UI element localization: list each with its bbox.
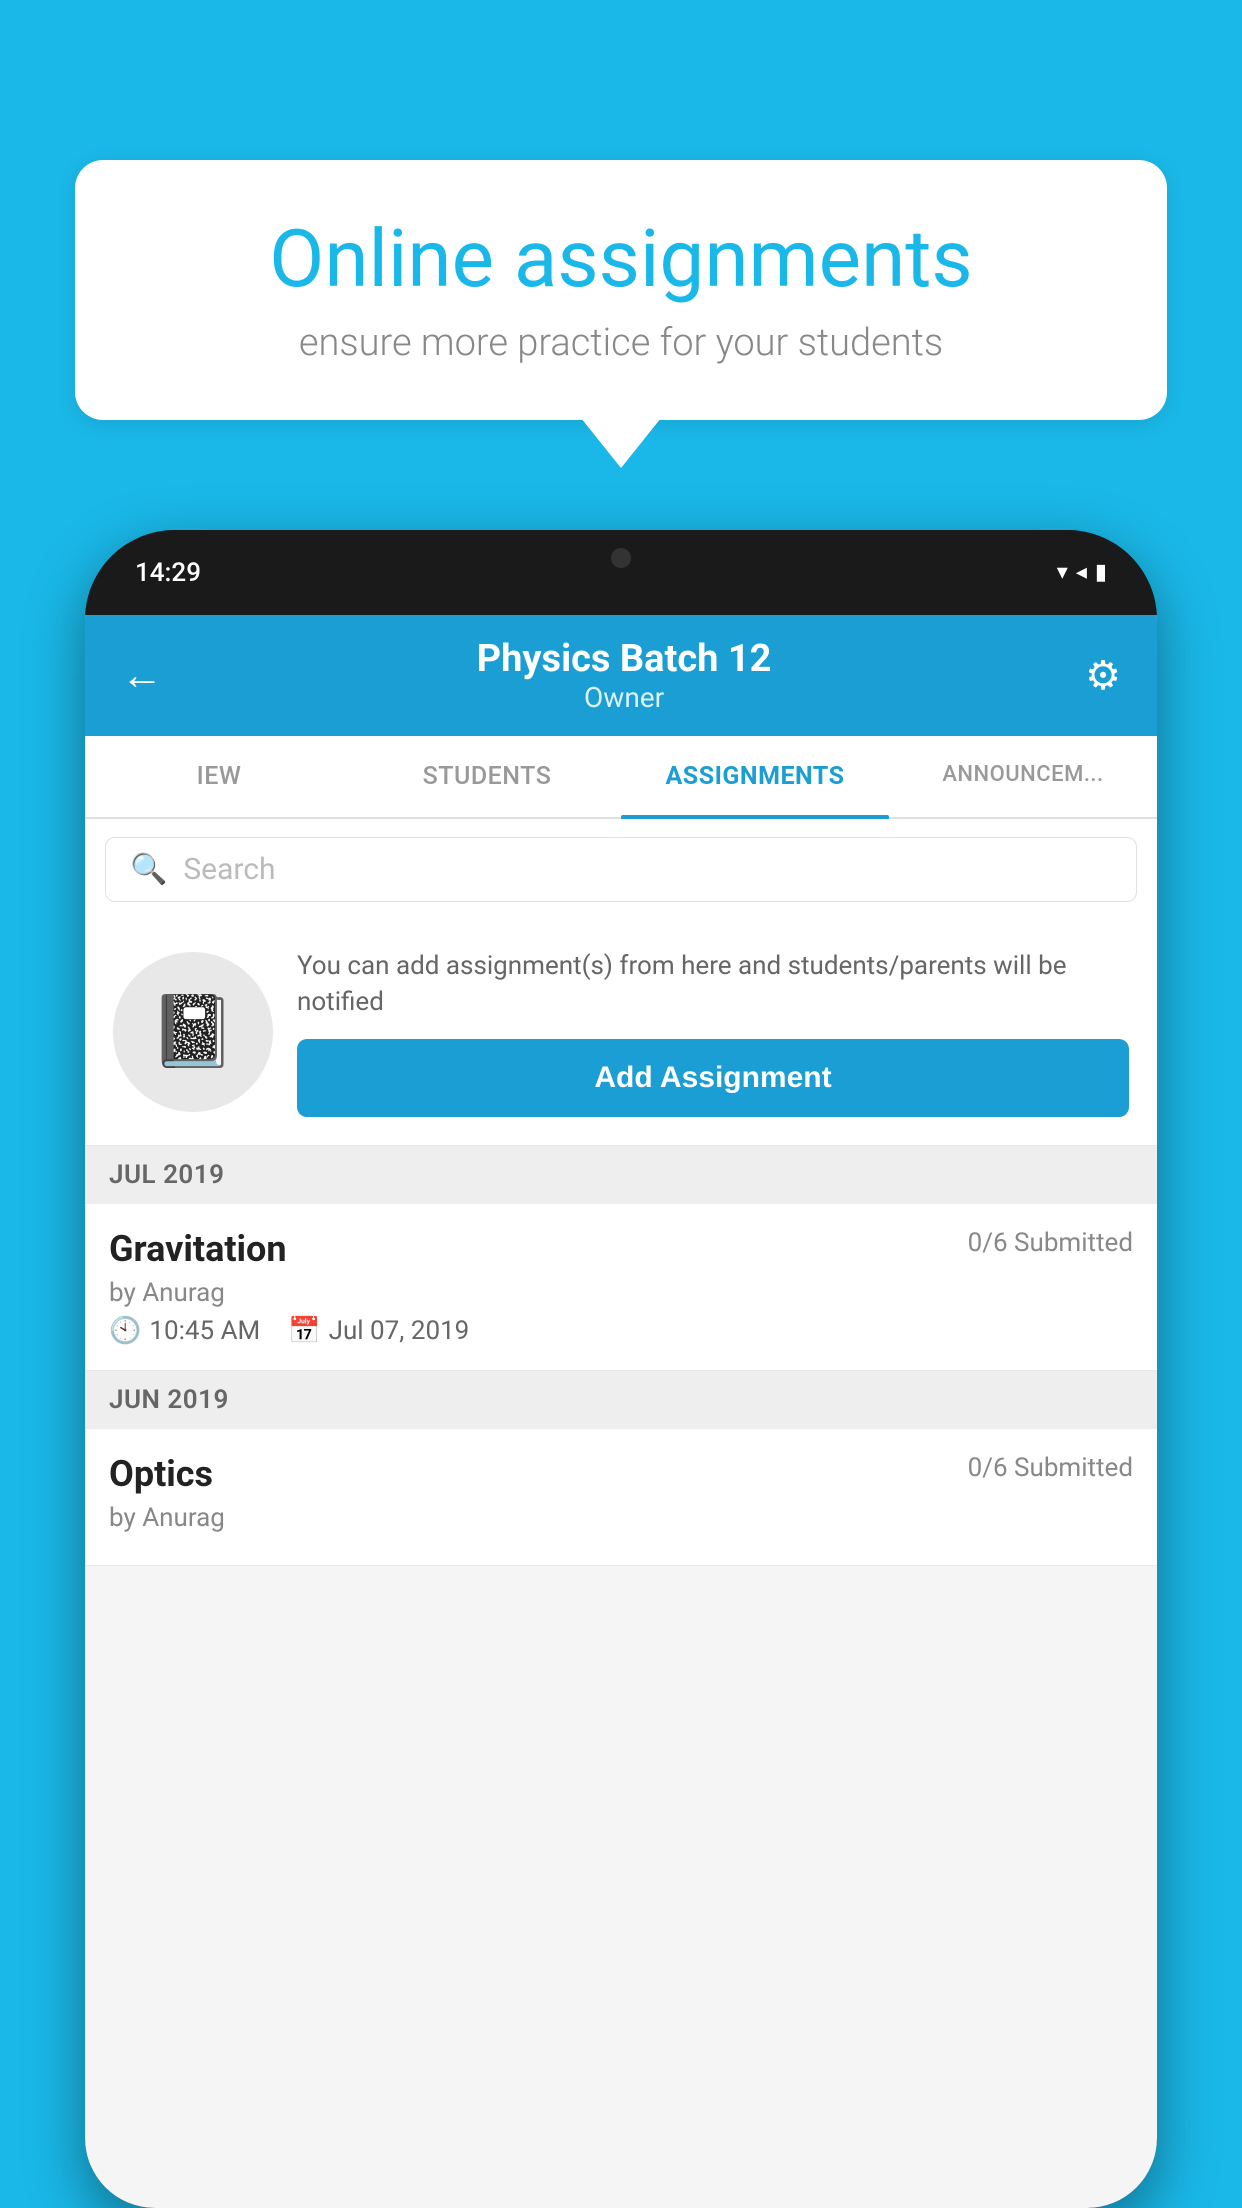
assignment-item-header-optics: Optics 0/6 Submitted	[109, 1453, 1133, 1495]
battery-icon: ▮	[1095, 560, 1107, 585]
speech-bubble-container: Online assignments ensure more practice …	[75, 160, 1167, 420]
assignment-date: Jul 07, 2019	[329, 1316, 470, 1346]
tab-students[interactable]: STUDENTS	[353, 736, 621, 817]
time-item: 🕙 10:45 AM	[109, 1316, 260, 1346]
speech-bubble: Online assignments ensure more practice …	[75, 160, 1167, 420]
assignment-time-date-gravitation: 🕙 10:45 AM 📅 Jul 07, 2019	[109, 1316, 1133, 1346]
date-item: 📅 Jul 07, 2019	[288, 1316, 469, 1346]
assignment-item-header: Gravitation 0/6 Submitted	[109, 1228, 1133, 1270]
tab-announcements[interactable]: ANNOUNCEM...	[889, 736, 1157, 817]
clock-icon: 🕙	[109, 1316, 141, 1346]
assignment-by-gravitation: by Anurag	[109, 1278, 1133, 1308]
add-assignment-button[interactable]: Add Assignment	[297, 1039, 1129, 1117]
phone-notch	[531, 530, 711, 585]
search-bar-wrapper: 🔍 Search	[85, 819, 1157, 920]
assignment-time: 10:45 AM	[149, 1316, 260, 1346]
assignment-submitted-optics: 0/6 Submitted	[968, 1453, 1133, 1483]
assignment-submitted-gravitation: 0/6 Submitted	[968, 1228, 1133, 1258]
search-placeholder: Search	[183, 852, 275, 887]
assignment-item-optics[interactable]: Optics 0/6 Submitted by Anurag	[85, 1429, 1157, 1566]
tab-iew[interactable]: IEW	[85, 736, 353, 817]
app-screen: ← Physics Batch 12 Owner ⚙ IEW STUDENTS …	[85, 615, 1157, 2208]
tab-assignments[interactable]: ASSIGNMENTS	[621, 736, 889, 817]
wifi-icon: ▾	[1057, 560, 1068, 585]
status-icons: ▾ ◂ ▮	[1057, 560, 1107, 585]
settings-button[interactable]: ⚙	[1085, 652, 1121, 699]
speech-bubble-subtitle: ensure more practice for your students	[145, 321, 1097, 365]
section-header-jun: JUN 2019	[85, 1371, 1157, 1429]
speech-bubble-title: Online assignments	[145, 215, 1097, 303]
search-icon: 🔍	[130, 852, 167, 887]
signal-icon: ◂	[1076, 560, 1087, 585]
section-header-jul: JUL 2019	[85, 1146, 1157, 1204]
promo-icon-circle: 📓	[113, 952, 273, 1112]
camera	[611, 548, 631, 568]
header-title: Physics Batch 12	[477, 637, 772, 681]
promo-section: 📓 You can add assignment(s) from here an…	[85, 920, 1157, 1146]
status-time: 14:29	[135, 558, 201, 588]
promo-content: You can add assignment(s) from here and …	[297, 948, 1129, 1117]
notebook-icon: 📓	[149, 991, 236, 1073]
assignment-title-gravitation: Gravitation	[109, 1228, 287, 1270]
assignment-title-optics: Optics	[109, 1453, 213, 1495]
search-bar[interactable]: 🔍 Search	[105, 837, 1137, 902]
tabs-row: IEW STUDENTS ASSIGNMENTS ANNOUNCEM...	[85, 736, 1157, 819]
app-header: ← Physics Batch 12 Owner ⚙	[85, 615, 1157, 736]
assignment-by-optics: by Anurag	[109, 1503, 1133, 1533]
header-title-group: Physics Batch 12 Owner	[477, 637, 772, 714]
assignment-item-gravitation[interactable]: Gravitation 0/6 Submitted by Anurag 🕙 10…	[85, 1204, 1157, 1371]
phone-frame: 14:29 ▾ ◂ ▮ ← Physics Batch 12 Owner ⚙	[85, 530, 1157, 2208]
status-bar: 14:29 ▾ ◂ ▮	[85, 530, 1157, 615]
header-subtitle: Owner	[477, 681, 772, 714]
calendar-icon: 📅	[288, 1316, 320, 1346]
back-button[interactable]: ←	[121, 651, 163, 700]
promo-description: You can add assignment(s) from here and …	[297, 948, 1129, 1021]
